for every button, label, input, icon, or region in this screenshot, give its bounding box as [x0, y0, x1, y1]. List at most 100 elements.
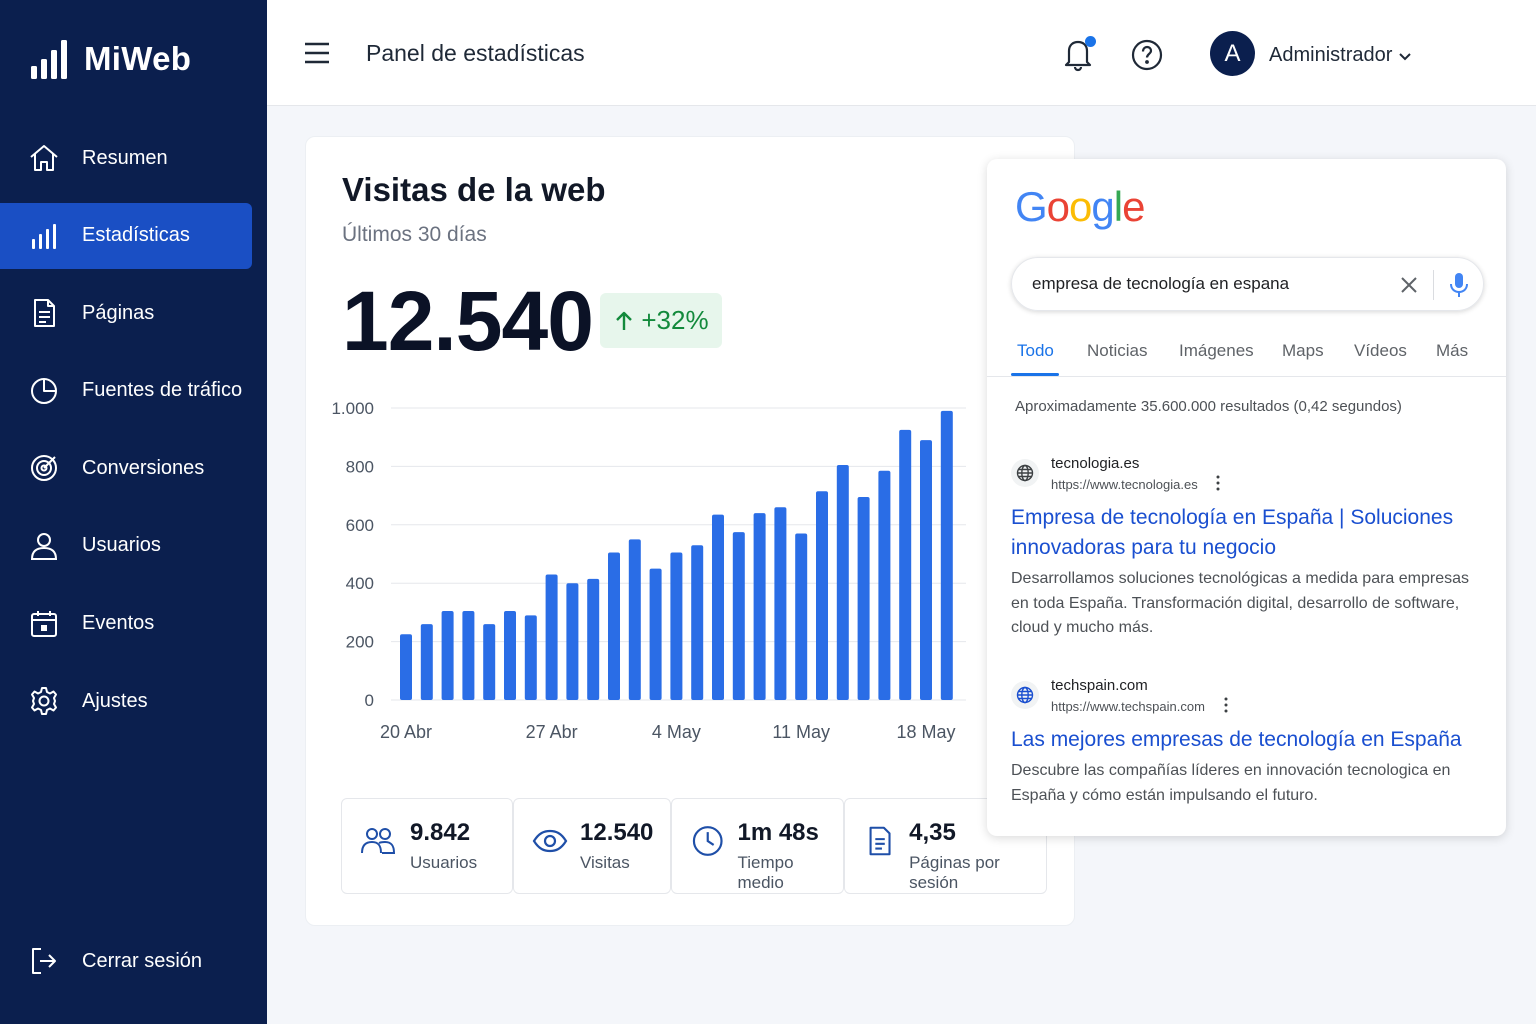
topbar: Panel de estadísticas A Administrador [267, 0, 1536, 106]
y-tick-label: 400 [346, 574, 374, 593]
x-tick-label: 20 Abr [380, 722, 432, 742]
google-logo-letter: o [1046, 183, 1070, 230]
favicon [1011, 459, 1039, 487]
chart-bar [670, 552, 683, 700]
chart-bar [400, 634, 412, 700]
sidebar-item-ajustes[interactable]: Ajustes [0, 668, 252, 734]
user-icon [30, 532, 58, 560]
tab-todo[interactable]: Todo [1017, 341, 1054, 361]
search-result: techspain.com https://www.techspain.com … [1011, 677, 1481, 808]
google-logo-letter: l [1113, 183, 1123, 230]
tab-maps[interactable]: Maps [1282, 341, 1324, 361]
result-site-name: techspain.com [1051, 677, 1148, 694]
card-title: Visitas de la web [342, 171, 606, 208]
y-tick-label: 0 [365, 691, 374, 710]
result-title-link[interactable]: Las mejores empresas de tecnología en Es… [1011, 725, 1481, 755]
home-icon [30, 145, 58, 171]
arrow-up-icon [616, 311, 633, 330]
bar-chart-logo-icon [31, 40, 67, 79]
globe-icon [1016, 464, 1034, 482]
result-site[interactable]: tecnologia.es https://www.tecnologia.es [1011, 455, 1481, 497]
target-icon [31, 455, 57, 482]
chevron-down-icon[interactable] [1397, 48, 1413, 64]
result-snippet-line: Descubre las compañías líderes en innova… [1011, 762, 1451, 779]
result-snippet: Descubre las compañías líderes en innova… [1011, 759, 1481, 808]
chart-bar [795, 533, 808, 700]
gear-icon [31, 687, 57, 716]
chart-bar [691, 545, 704, 700]
calendar-icon [31, 610, 57, 637]
sidebar-item-label: Estadísticas [82, 224, 190, 247]
google-logo-letter: e [1122, 183, 1145, 230]
more-options-icon[interactable] [1224, 697, 1228, 713]
card-subtitle: Últimos 30 días [342, 223, 487, 246]
sidebar-nav: Resumen Estadísticas Páginas Fuentes de … [0, 125, 267, 746]
result-snippet-line: Desarrollamos soluciones tecnológicas a … [1011, 570, 1470, 587]
chart-bar [524, 615, 537, 700]
tab-noticias[interactable]: Noticias [1087, 341, 1147, 361]
user-name[interactable]: Administrador [1269, 44, 1392, 67]
tab-videos[interactable]: Vídeos [1354, 341, 1407, 361]
result-url: https://www.tecnologia.es [1051, 477, 1198, 492]
sidebar-item-eventos[interactable]: Eventos [0, 591, 252, 657]
google-search-panel: Google empresa de tecnología en espana T… [987, 159, 1506, 836]
sidebar-item-paginas[interactable]: Páginas [0, 280, 252, 346]
sidebar-item-resumen[interactable]: Resumen [0, 125, 252, 191]
x-tick-label: 27 Abr [526, 722, 578, 742]
microphone-icon[interactable] [1446, 271, 1472, 299]
sidebar-item-fuentes[interactable]: Fuentes de tráfico [0, 358, 252, 424]
close-icon[interactable] [1398, 274, 1420, 296]
tab-imagenes[interactable]: Imágenes [1179, 341, 1254, 361]
chart-bar [753, 513, 766, 700]
growth-badge: +32% [600, 293, 722, 348]
result-site[interactable]: techspain.com https://www.techspain.com [1011, 677, 1481, 719]
chart-bar [774, 507, 787, 700]
stat-value: 1m 48s [737, 819, 819, 846]
favicon [1011, 681, 1039, 709]
result-title-link[interactable]: Empresa de tecnología en España | Soluci… [1011, 503, 1481, 563]
help-icon[interactable] [1131, 39, 1163, 71]
result-snippet: Desarrollamos soluciones tecnológicas a … [1011, 567, 1481, 641]
menu-icon[interactable] [303, 40, 331, 66]
y-tick-label: 800 [346, 457, 374, 476]
stat-label: Usuarios [410, 853, 478, 872]
sidebar: MiWeb Resumen Estadísticas Páginas Fuent… [0, 0, 267, 1024]
sidebar-item-label: Resumen [82, 146, 168, 169]
chart-bar [732, 532, 745, 700]
stat-label: Tiempo medio [737, 853, 794, 892]
sidebar-item-usuarios[interactable]: Usuarios [0, 513, 252, 579]
visits-card: Visitas de la web Últimos 30 días 12.540… [305, 136, 1075, 926]
search-input[interactable]: empresa de tecnología en espana [1032, 274, 1289, 294]
sidebar-item-label: Eventos [82, 612, 155, 635]
more-options-icon[interactable] [1216, 475, 1220, 491]
tab-mas[interactable]: Más [1436, 341, 1468, 361]
sidebar-item-label: Fuentes de tráfico [82, 379, 243, 402]
chart-bar [462, 610, 475, 700]
chart-bar [628, 539, 641, 700]
chart-bar [587, 578, 600, 700]
search-divider [1433, 270, 1434, 300]
document-icon [34, 299, 55, 328]
sidebar-item-estadisticas[interactable]: Estadísticas [0, 202, 252, 269]
google-tabs: Todo Noticias Imágenes Maps Vídeos Más [987, 329, 1506, 377]
chart-bar [441, 610, 454, 700]
chart-bar [649, 568, 662, 700]
stat-value: 12.540 [580, 819, 654, 846]
result-snippet-line: cloud y mucho más. [1011, 619, 1154, 636]
globe-icon [1016, 686, 1034, 704]
page-title: Panel de estadísticas [366, 40, 585, 66]
chart-bar [712, 514, 724, 700]
google-search-box[interactable]: empresa de tecnología en espana [1011, 257, 1484, 311]
chart-bar [816, 491, 828, 700]
sidebar-item-label: Conversiones [82, 456, 205, 479]
x-tick-label: 11 May [772, 722, 830, 742]
chart-bar [483, 624, 496, 700]
brand[interactable]: MiWeb [30, 38, 191, 80]
logout-button[interactable]: Cerrar sesión [0, 928, 252, 994]
stat-value: 9.842 [410, 819, 471, 846]
sidebar-item-conversiones[interactable]: Conversiones [0, 435, 252, 501]
avatar[interactable]: A [1210, 31, 1255, 76]
chart-bar [836, 464, 849, 700]
sidebar-item-label: Ajustes [82, 689, 148, 712]
search-result: tecnologia.es https://www.tecnologia.es … [1011, 455, 1481, 641]
